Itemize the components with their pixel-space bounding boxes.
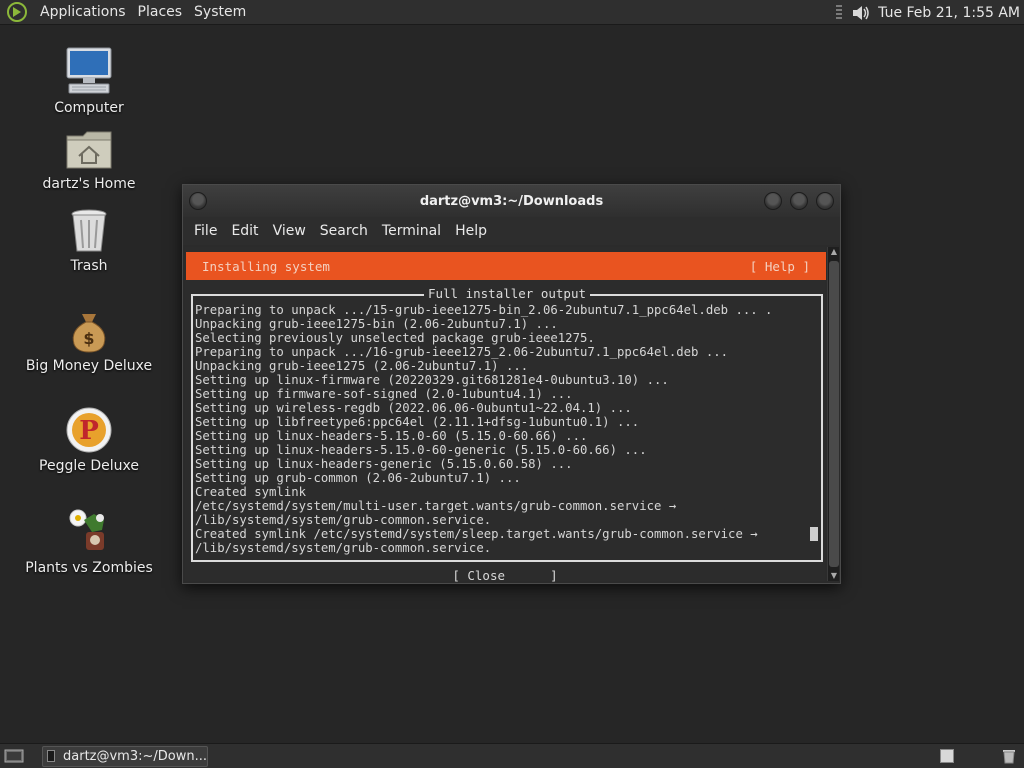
output-line: Preparing to unpack .../15-grub-ieee1275…	[195, 303, 773, 317]
terminal-window: dartz@vm3:~/Downloads File Edit View Sea…	[182, 184, 841, 584]
scroll-down-icon[interactable]: ▼	[828, 571, 840, 581]
desktop-icon-label: Plants vs Zombies	[25, 560, 153, 576]
taskbar-terminal-button[interactable]: dartz@vm3:~/Down...	[42, 745, 208, 767]
plants-vs-zombies-icon	[69, 509, 104, 550]
output-line: Setting up linux-headers-generic (5.15.0…	[195, 457, 573, 471]
terminal-icon	[47, 750, 55, 762]
money-bag-icon: $	[72, 314, 106, 353]
output-line: Created symlink /etc/systemd/system/slee…	[195, 527, 758, 541]
output-line: /etc/systemd/system/multi-user.target.wa…	[195, 499, 677, 513]
scroll-up-icon[interactable]: ▲	[828, 247, 840, 257]
window-titlebar[interactable]: dartz@vm3:~/Downloads	[183, 185, 840, 217]
output-line: /lib/systemd/system/grub-common.service.	[195, 541, 492, 555]
output-line: Setting up firmware-sof-signed (2.0-1ubu…	[195, 387, 573, 401]
clock[interactable]: Tue Feb 21, 1:55 AM	[878, 5, 1020, 21]
menu-help[interactable]: Help	[448, 223, 494, 239]
desktop-icon-computer[interactable]: Computer	[14, 46, 164, 116]
trash-icon	[71, 209, 107, 252]
output-line: Created symlink	[195, 485, 307, 499]
desktop-icon-label: Big Money Deluxe	[25, 358, 153, 374]
desktop-icon-home[interactable]: dartz's Home	[14, 128, 164, 192]
svg-text:$: $	[83, 329, 94, 348]
output-line: Setting up wireless-regdb (2022.06.06-0u…	[195, 401, 632, 415]
output-line: /lib/systemd/system/grub-common.service.	[195, 513, 492, 527]
scrollbar-thumb[interactable]	[829, 261, 839, 567]
output-line: Setting up linux-headers-5.15.0-60 (5.15…	[195, 429, 588, 443]
window-title: dartz@vm3:~/Downloads	[419, 193, 604, 209]
output-scroll-indicator	[810, 527, 818, 541]
trash-applet-icon[interactable]	[1002, 748, 1016, 764]
output-line: Selecting previously unselected package …	[195, 331, 595, 345]
output-line: Setting up libfreetype6:ppc64el (2.11.1+…	[195, 415, 640, 429]
computer-icon	[66, 47, 112, 94]
system-menu[interactable]: System	[188, 4, 252, 20]
terminal-content[interactable]: Installing system [ Help ] Full installe…	[185, 247, 826, 583]
output-box-title: Full installer output	[193, 286, 821, 301]
terminal-scrollbar[interactable]: ▲ ▼	[827, 247, 839, 581]
desktop-icon-label: Peggle Deluxe	[39, 458, 139, 474]
output-lines: Preparing to unpack .../15-grub-ieee1275…	[195, 303, 803, 555]
taskbar-task-label: dartz@vm3:~/Down...	[63, 748, 207, 764]
system-tray: Tue Feb 21, 1:55 AM	[836, 0, 1020, 25]
places-menu[interactable]: Places	[132, 4, 189, 20]
output-line: Setting up linux-firmware (20220329.git6…	[195, 373, 669, 387]
installer-help-button[interactable]: [ Help ]	[750, 259, 810, 274]
menu-edit[interactable]: Edit	[224, 223, 265, 239]
installer-status-title: Installing system	[202, 258, 330, 274]
output-line: Unpacking grub-ieee1275 (2.06-2ubuntu7.1…	[195, 359, 529, 373]
home-folder-icon	[66, 131, 112, 169]
window-menu-icon[interactable]	[189, 192, 207, 210]
desktop-icon-label: dartz's Home	[42, 176, 136, 192]
close-icon[interactable]	[816, 192, 834, 210]
minimize-icon[interactable]	[764, 192, 782, 210]
desktop-icon-pvz[interactable]: Plants vs Zombies	[14, 506, 164, 576]
terminal-menubar: File Edit View Search Terminal Help	[183, 217, 840, 245]
installer-close-button[interactable]: [ Close ]	[185, 569, 825, 583]
volume-icon[interactable]	[850, 3, 870, 23]
output-line: Preparing to unpack .../16-grub-ieee1275…	[195, 345, 729, 359]
maximize-icon[interactable]	[790, 192, 808, 210]
menu-search[interactable]: Search	[313, 223, 375, 239]
desktop-icon-trash[interactable]: Trash	[14, 208, 164, 274]
desktop-icon-big-money[interactable]: $ Big Money Deluxe	[14, 310, 164, 374]
menu-view[interactable]: View	[266, 223, 313, 239]
output-line: Unpacking grub-ieee1275-bin (2.06-2ubunt…	[195, 317, 558, 331]
output-line: Setting up grub-common (2.06-2ubuntu7.1)…	[195, 471, 521, 485]
svg-text:P: P	[79, 416, 99, 446]
workspace-switcher[interactable]	[940, 749, 954, 763]
show-desktop-icon[interactable]	[4, 748, 24, 764]
tray-handle-icon[interactable]	[836, 4, 843, 21]
peggle-icon: P	[66, 407, 112, 453]
output-line: Setting up linux-headers-5.15.0-60-gener…	[195, 443, 647, 457]
installer-output-box: Full installer output Preparing to unpac…	[191, 286, 823, 562]
installer-header-bar: Installing system [ Help ]	[186, 252, 826, 280]
bottom-panel: dartz@vm3:~/Down...	[0, 743, 1024, 768]
top-panel: Applications Places System Tue Feb 21, 1…	[0, 0, 1024, 25]
applications-menu[interactable]: Applications	[34, 4, 132, 20]
mate-menu-icon[interactable]	[6, 1, 28, 23]
desktop-icon-peggle[interactable]: P Peggle Deluxe	[14, 406, 164, 474]
menu-file[interactable]: File	[187, 223, 224, 239]
desktop-icon-label: Computer	[54, 100, 124, 116]
menu-terminal[interactable]: Terminal	[375, 223, 448, 239]
desktop-icon-label: Trash	[70, 258, 108, 274]
